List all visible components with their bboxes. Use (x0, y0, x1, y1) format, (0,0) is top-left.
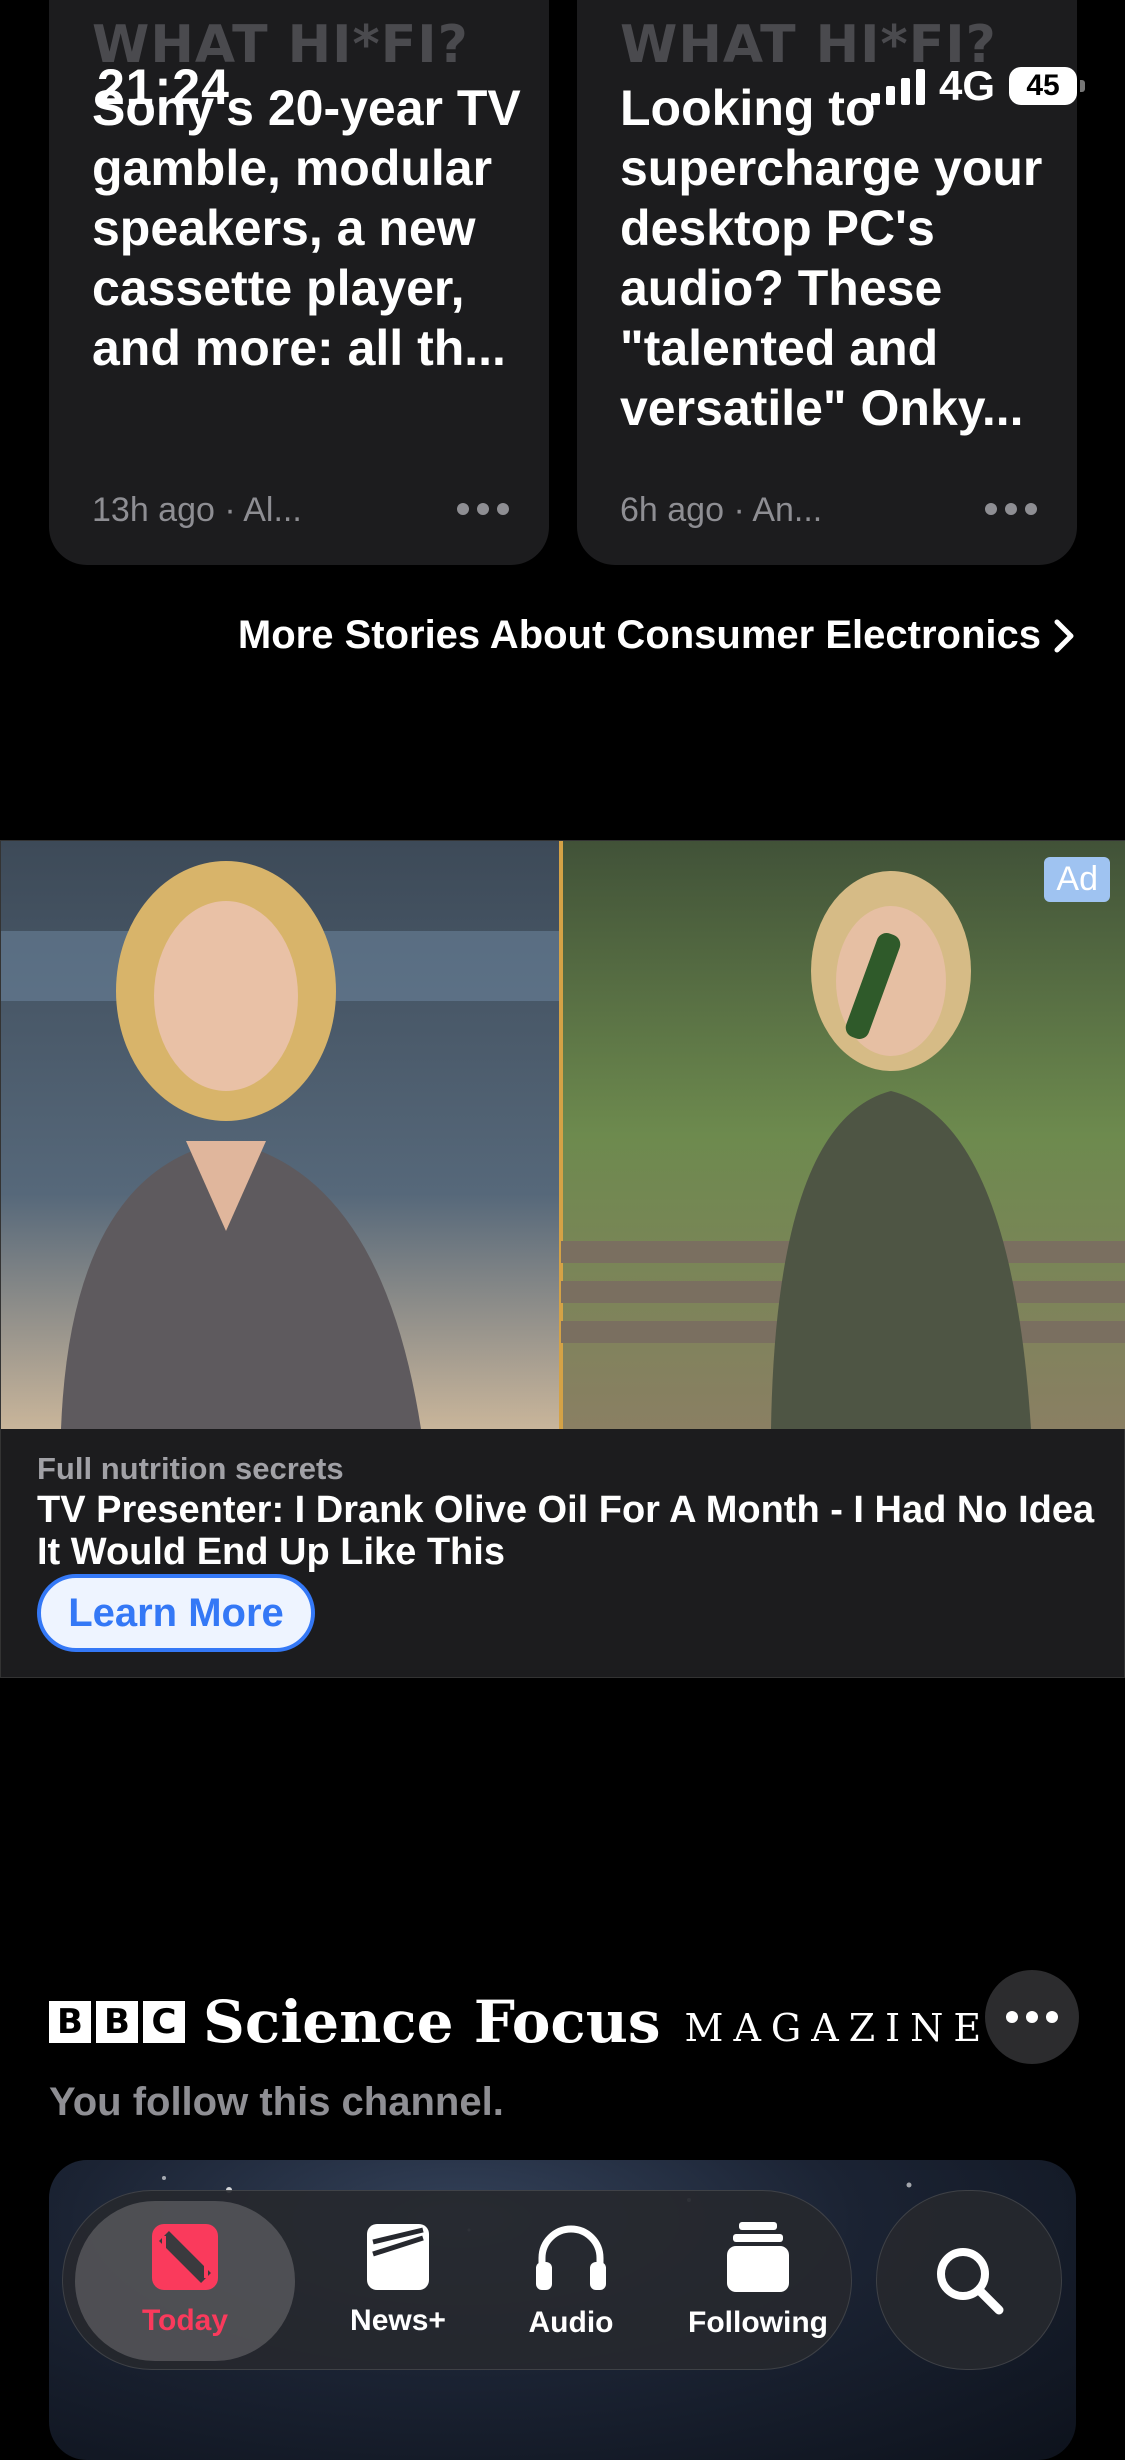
search-button[interactable] (876, 2190, 1062, 2370)
tab-bar: Today News+ Audio Following (62, 2190, 852, 2370)
chevron-right-icon (1054, 619, 1074, 652)
tab-label: News+ (350, 2304, 446, 2337)
network-type: 4G (938, 62, 995, 109)
more-options-icon[interactable] (985, 503, 1037, 515)
tab-following[interactable]: Following (673, 2201, 843, 2361)
ad-sponsor: Full nutrition secrets (37, 1451, 344, 1486)
more-options-icon[interactable] (457, 503, 509, 515)
ad-headline[interactable]: TV Presenter: I Drank Olive Oil For A Mo… (37, 1489, 1097, 1573)
tab-news-plus[interactable]: News+ (313, 2201, 483, 2361)
headphones-icon (536, 2225, 606, 2290)
news-icon (152, 2224, 218, 2290)
battery-icon: 45 (1009, 67, 1085, 105)
status-time: 21:24 (97, 59, 230, 115)
ad-unit[interactable]: Ad Full nutrition secrets TV Presenter: … (0, 840, 1125, 1678)
channel-name: Science Focus (203, 1988, 661, 2056)
channel-logo[interactable]: B B C Science Focus MAGAZINE (49, 1988, 991, 2056)
bbc-logo: B B C (49, 2001, 185, 2043)
tab-label: Today (141, 2304, 229, 2337)
more-stories-link[interactable]: More Stories About Consumer Electronics (238, 613, 1075, 658)
tab-label: Audio (528, 2306, 614, 2339)
channel-more-button[interactable] (985, 1970, 1079, 2064)
tab-label: Following (688, 2306, 828, 2339)
search-icon (937, 2248, 1004, 2315)
channel-name-sub: MAGAZINE (684, 2006, 992, 2050)
following-icon (727, 2222, 789, 2292)
bbc-letter: B (49, 2001, 91, 2043)
battery-level: 45 (1026, 69, 1060, 102)
follow-status: You follow this channel. (49, 2080, 504, 2124)
learn-more-button[interactable]: Learn More (37, 1574, 315, 1652)
ad-image[interactable] (1, 841, 1125, 1429)
story-meta: 13h ago · Al... (92, 491, 302, 529)
bbc-letter: C (143, 2001, 185, 2043)
ad-badge: Ad (1044, 857, 1110, 902)
status-indicators: 4G 45 (870, 62, 1085, 110)
story-title: Looking to supercharge your desktop PC's… (620, 80, 1043, 436)
story-meta: 6h ago · An... (620, 491, 823, 529)
cellular-signal-icon (870, 67, 925, 105)
tab-audio[interactable]: Audio (486, 2201, 656, 2361)
tab-today[interactable]: Today (75, 2201, 295, 2361)
more-stories-label: More Stories About Consumer Electronics (237, 613, 1041, 657)
story-title: Sony's 20-year TV gamble, modular speake… (92, 80, 521, 376)
bbc-letter: B (96, 2001, 138, 2043)
news-plus-icon (367, 2224, 429, 2290)
